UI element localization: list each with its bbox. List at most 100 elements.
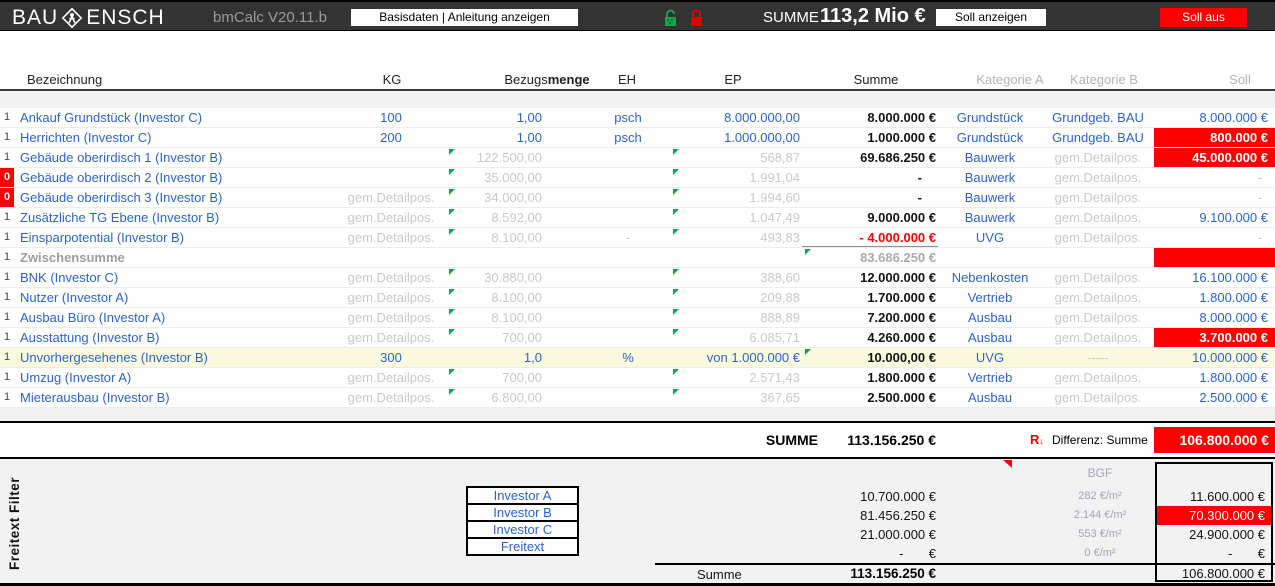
cell-ep[interactable]: 888,89 — [670, 308, 802, 327]
row-active-flag[interactable]: 1 — [0, 268, 14, 287]
cell-kategorie-b[interactable]: gem.Detailpos. — [1042, 388, 1154, 407]
cell-kg[interactable]: gem.Detailpos. — [302, 328, 446, 347]
cell-soll[interactable]: - — [1154, 188, 1275, 207]
cell-kategorie-b[interactable]: gem.Detailpos. — [1042, 328, 1154, 347]
cell-kategorie-b[interactable]: Grundgeb. BAU — [1042, 128, 1154, 147]
cell-bezugsmenge[interactable]: 8.100,00 — [446, 308, 586, 327]
cell-summe[interactable]: - — [802, 168, 938, 187]
cell-eh[interactable] — [586, 268, 670, 287]
cell-kg[interactable] — [302, 148, 446, 167]
recalc-icon[interactable]: R↓ — [1030, 423, 1044, 458]
cell-kg[interactable]: gem.Detailpos. — [302, 308, 446, 327]
row-active-flag[interactable]: 1 — [0, 208, 14, 227]
cell-kategorie-a[interactable]: Bauwerk — [938, 208, 1042, 227]
cell-bezugsmenge[interactable]: 35.000,00 — [446, 168, 586, 187]
cell-bezeichnung[interactable]: Zwischensumme — [14, 248, 302, 267]
cell-bezugsmenge[interactable]: 34.000,00 — [446, 188, 586, 207]
cell-soll[interactable]: 800.000 € — [1154, 128, 1275, 147]
cell-bezugsmenge[interactable]: 700,00 — [446, 328, 586, 347]
row-active-flag[interactable]: 1 — [0, 248, 14, 267]
row-active-flag[interactable]: 0 — [0, 188, 14, 207]
cell-kategorie-b[interactable]: gem.Detailpos. — [1042, 188, 1154, 207]
cell-summe[interactable]: 1.800.000 € — [802, 368, 938, 387]
cell-kg[interactable]: gem.Detailpos. — [302, 268, 446, 287]
cell-summe[interactable]: 10.000,00 € — [802, 348, 938, 367]
cell-bezeichnung[interactable]: Nutzer (Investor A) — [14, 288, 302, 307]
cell-kategorie-b[interactable]: Grundgeb. BAU — [1042, 108, 1154, 127]
cell-kategorie-b[interactable]: ----- — [1042, 348, 1154, 367]
cell-kategorie-a[interactable]: Nebenkosten — [938, 268, 1042, 287]
row-active-flag[interactable]: 0 — [0, 168, 14, 187]
cell-soll[interactable]: 3.700.000 € — [1154, 328, 1275, 347]
cell-bezugsmenge[interactable]: 1,00 — [446, 128, 586, 147]
cell-summe[interactable]: 2.500.000 € — [802, 388, 938, 407]
cell-kategorie-a[interactable]: Bauwerk — [938, 188, 1042, 207]
cell-soll[interactable]: 1.800.000 € — [1154, 368, 1275, 387]
red-lock-icon[interactable] — [689, 9, 704, 28]
row-active-flag[interactable]: 1 — [0, 228, 14, 247]
cell-eh[interactable] — [586, 148, 670, 167]
cell-bezeichnung[interactable]: Gebäude oberirdisch 1 (Investor B) — [14, 148, 302, 167]
cell-bezeichnung[interactable]: Gebäude oberirdisch 3 (Investor B) — [14, 188, 302, 207]
cell-eh[interactable]: psch — [586, 128, 670, 147]
row-active-flag[interactable]: 1 — [0, 348, 14, 367]
cell-summe[interactable]: 69.686.250 € — [802, 148, 938, 167]
cell-kategorie-b[interactable]: gem.Detailpos. — [1042, 368, 1154, 387]
cell-soll[interactable]: 45.000.000 € — [1154, 148, 1275, 167]
cell-kg[interactable]: 200 — [302, 128, 446, 147]
cell-ep[interactable]: 388,60 — [670, 268, 802, 287]
cell-ep[interactable]: 209,88 — [670, 288, 802, 307]
cell-summe[interactable]: 9.000.000 € — [802, 208, 938, 227]
row-active-flag[interactable]: 1 — [0, 288, 14, 307]
cell-eh[interactable] — [586, 308, 670, 327]
cell-kg[interactable]: gem.Detailpos. — [302, 188, 446, 207]
cell-eh[interactable] — [586, 248, 670, 267]
basisdaten-anleitung-button[interactable]: Basisdaten | Anleitung anzeigen — [351, 9, 578, 26]
cell-kg[interactable] — [302, 168, 446, 187]
cell-kategorie-a[interactable]: Bauwerk — [938, 168, 1042, 187]
cell-kg[interactable]: 300 — [302, 348, 446, 367]
cell-bezugsmenge[interactable]: 122.500,00 — [446, 148, 586, 167]
cell-kategorie-b[interactable]: gem.Detailpos. — [1042, 168, 1154, 187]
cell-soll[interactable]: 9.100.000 € — [1154, 208, 1275, 227]
cell-kg[interactable]: gem.Detailpos. — [302, 228, 446, 247]
cell-eh[interactable]: % — [586, 348, 670, 367]
cell-eh[interactable] — [586, 288, 670, 307]
cell-bezeichnung[interactable]: Ankauf Grundstück (Investor C) — [14, 108, 302, 127]
row-active-flag[interactable]: 1 — [0, 128, 14, 147]
cell-eh[interactable] — [586, 388, 670, 407]
row-active-flag[interactable]: 1 — [0, 108, 14, 127]
cell-bezugsmenge[interactable]: 1,00 — [446, 108, 586, 127]
cell-kategorie-a[interactable]: Ausbau — [938, 308, 1042, 327]
cell-summe[interactable]: 83.686.250 € — [802, 248, 938, 267]
cell-ep[interactable]: 568,87 — [670, 148, 802, 167]
cell-bezeichnung[interactable]: Zusätzliche TG Ebene (Investor B) — [14, 208, 302, 227]
cell-kg[interactable]: gem.Detailpos. — [302, 208, 446, 227]
cell-kategorie-a[interactable]: UVG — [938, 228, 1042, 247]
cell-bezeichnung[interactable]: BNK (Investor C) — [14, 268, 302, 287]
row-active-flag[interactable]: 1 — [0, 388, 14, 407]
row-active-flag[interactable]: 1 — [0, 368, 14, 387]
cell-kg[interactable]: 100 — [302, 108, 446, 127]
cell-kategorie-a[interactable]: Grundstück — [938, 108, 1042, 127]
cell-bezeichnung[interactable]: Umzug (Investor A) — [14, 368, 302, 387]
cell-bezeichnung[interactable]: Ausbau Büro (Investor A) — [14, 308, 302, 327]
row-active-flag[interactable]: 1 — [0, 308, 14, 327]
cell-eh[interactable] — [586, 168, 670, 187]
soll-aus-button[interactable]: Soll aus — [1160, 8, 1247, 27]
cell-soll[interactable]: 8.000.000 € — [1154, 308, 1275, 327]
cell-kg[interactable] — [302, 248, 446, 267]
green-unlock-icon[interactable] — [663, 9, 678, 28]
cell-kategorie-b[interactable]: gem.Detailpos. — [1042, 288, 1154, 307]
cell-bezeichnung[interactable]: Mieterausbau (Investor B) — [14, 388, 302, 407]
row-active-flag[interactable]: 1 — [0, 328, 14, 347]
soll-anzeigen-button[interactable]: Soll anzeigen — [936, 9, 1046, 26]
cell-kategorie-a[interactable]: UVG — [938, 348, 1042, 367]
cell-kategorie-b[interactable]: gem.Detailpos. — [1042, 308, 1154, 327]
cell-ep[interactable]: 367,65 — [670, 388, 802, 407]
cell-ep[interactable]: 2.571,43 — [670, 368, 802, 387]
cell-bezeichnung[interactable]: Einsparpotential (Investor B) — [14, 228, 302, 247]
cell-soll[interactable]: 8.000.000 € — [1154, 108, 1275, 127]
cell-bezugsmenge[interactable]: 6.800,00 — [446, 388, 586, 407]
cell-ep[interactable]: 6.085,71 — [670, 328, 802, 347]
